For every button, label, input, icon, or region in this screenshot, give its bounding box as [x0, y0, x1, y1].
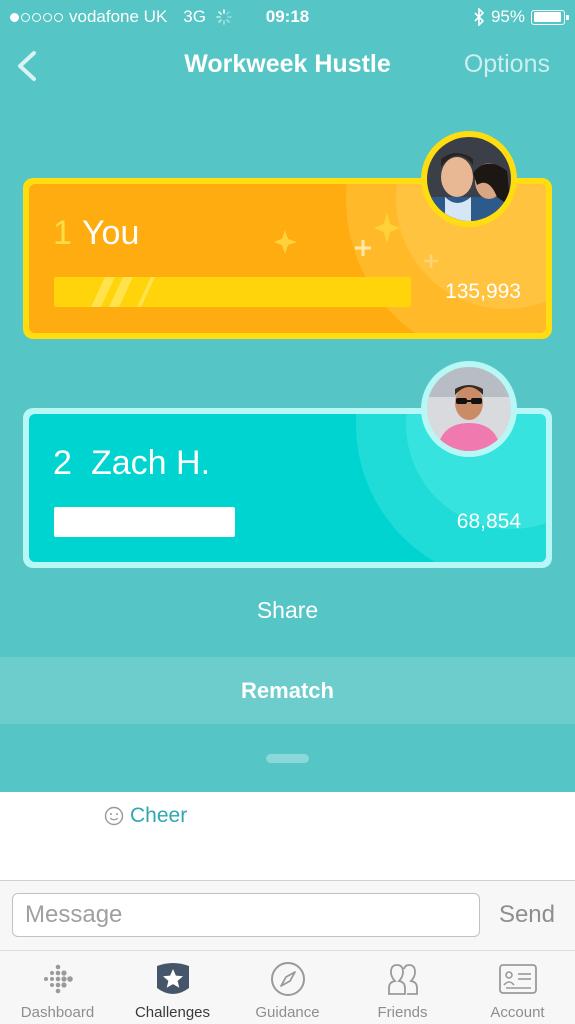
avatar-first[interactable] — [421, 131, 517, 227]
participant-name: You — [82, 214, 140, 252]
avatar-couple-photo — [427, 137, 511, 221]
rank-number: 2 — [53, 444, 72, 482]
progress-bar-second — [54, 507, 235, 537]
cheer-button[interactable]: Cheer — [104, 804, 187, 828]
friends-icon — [387, 964, 418, 995]
avatar-man-sunglasses-photo — [427, 367, 511, 451]
tab-label: Challenges — [134, 1004, 211, 1021]
step-count: 68,854 — [456, 510, 521, 533]
battery-icon — [531, 9, 569, 25]
step-count: 135,993 — [445, 280, 521, 303]
message-input[interactable] — [12, 893, 480, 937]
progress-bar-first — [54, 277, 411, 307]
cheer-label: Cheer — [130, 804, 188, 827]
options-button[interactable]: Options — [464, 50, 550, 79]
message-composer: Send — [0, 880, 575, 950]
status-bar: vodafone UK 3G 09:18 95% — [0, 0, 575, 34]
tab-label: Dashboard — [20, 1004, 95, 1021]
status-right: 95% — [473, 7, 569, 27]
challenge-panel: vodafone UK 3G 09:18 95% Workweek Hustle — [0, 0, 575, 792]
send-button[interactable]: Send — [499, 901, 555, 929]
tab-dashboard[interactable]: Dashboard — [0, 951, 115, 1024]
bluetooth-icon — [474, 8, 485, 26]
tab-challenges[interactable]: Challenges — [115, 951, 230, 1024]
tab-bar: Dashboard Challenges Guidance Friends Ac… — [0, 950, 575, 1024]
rank-number: 1 — [53, 214, 72, 252]
smiley-icon — [104, 806, 124, 826]
share-button[interactable]: Share — [0, 597, 575, 624]
tab-guidance[interactable]: Guidance — [230, 951, 345, 1024]
tab-friends[interactable]: Friends — [345, 951, 460, 1024]
dashboard-dots-icon — [43, 964, 73, 994]
drag-handle[interactable] — [266, 754, 309, 763]
tab-label: Friends — [377, 1004, 428, 1021]
participant-name: Zach H. — [91, 444, 211, 482]
star-badge-icon — [156, 963, 189, 994]
compass-icon — [270, 962, 305, 996]
tab-label: Account — [490, 1004, 545, 1021]
tab-account[interactable]: Account — [460, 951, 575, 1024]
battery-percent: 95% — [490, 7, 525, 26]
account-card-icon — [498, 964, 537, 994]
tab-label: Guidance — [255, 1004, 320, 1021]
avatar-second[interactable] — [421, 361, 517, 457]
rematch-button[interactable]: Rematch — [0, 657, 575, 724]
